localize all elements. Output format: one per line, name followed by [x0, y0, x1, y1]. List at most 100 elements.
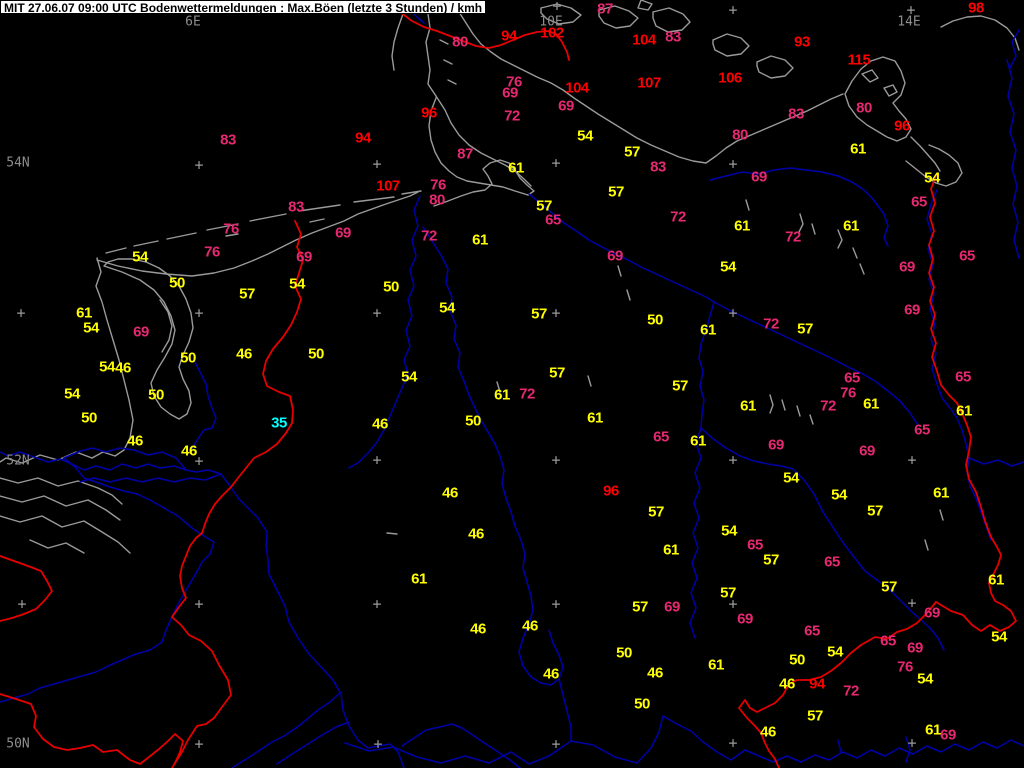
station-value: 69 [335, 224, 351, 242]
station-value: 61 [740, 397, 756, 415]
grid-cross-icon: + [372, 595, 382, 613]
station-value: 61 [988, 571, 1004, 589]
station-value: 65 [653, 428, 669, 446]
grid-cross-icon: + [194, 595, 204, 613]
station-value: 54 [401, 368, 417, 386]
station-value: 83 [288, 198, 304, 216]
station-value: 69 [940, 726, 956, 744]
grid-cross-icon: + [728, 1, 738, 19]
station-value: 50 [465, 412, 481, 430]
station-value: 94 [501, 27, 517, 45]
grid-cross-icon: + [728, 155, 738, 173]
station-value: 61 [411, 570, 427, 588]
station-value: 72 [519, 385, 535, 403]
station-value: 46 [779, 675, 795, 693]
grid-cross-icon: + [372, 304, 382, 322]
station-value: 61 [956, 402, 972, 420]
station-value: 69 [768, 436, 784, 454]
station-value: 69 [904, 301, 920, 319]
grid-cross-icon: + [194, 156, 204, 174]
station-value: 69 [296, 248, 312, 266]
station-value: 69 [133, 323, 149, 341]
station-value: 61 [663, 541, 679, 559]
station-value: 50 [148, 386, 164, 404]
station-value: 94 [809, 675, 825, 693]
station-value: 65 [545, 211, 561, 229]
station-value: 57 [549, 364, 565, 382]
station-value: 72 [670, 208, 686, 226]
station-value: 54 [132, 248, 148, 266]
latitude-label: 52N [6, 453, 30, 469]
station-value: 57 [763, 551, 779, 569]
station-value: 50 [616, 644, 632, 662]
station-value: 69 [737, 610, 753, 628]
station-value: 46 [468, 525, 484, 543]
station-value: 50 [81, 409, 97, 427]
station-value: 72 [763, 315, 779, 333]
station-value: 54 [577, 127, 593, 145]
station-value: 98 [968, 0, 984, 17]
station-value: 46 [127, 432, 143, 450]
station-value: 54 [83, 319, 99, 337]
station-value: 54 [831, 486, 847, 504]
grid-cross-icon: + [373, 735, 383, 753]
station-value: 83 [665, 28, 681, 46]
station-value: 72 [504, 107, 520, 125]
station-value: 83 [220, 131, 236, 149]
grid-cross-icon: + [728, 451, 738, 469]
station-value: 54 [917, 670, 933, 688]
station-value: 54 [924, 169, 940, 187]
station-value: 72 [820, 397, 836, 415]
latitude-label: 54N [6, 155, 30, 171]
station-value: 61 [850, 140, 866, 158]
grid-cross-icon: + [194, 735, 204, 753]
station-value: 54 [439, 299, 455, 317]
station-value: 57 [881, 578, 897, 596]
station-value: 65 [747, 536, 763, 554]
station-value: 65 [911, 193, 927, 211]
grid-cross-icon: + [17, 595, 27, 613]
grid-cross-icon: + [728, 734, 738, 752]
station-value: 35 [271, 414, 287, 432]
station-value: 50 [308, 345, 324, 363]
station-value: 46 [522, 617, 538, 635]
grid-cross-icon: + [728, 304, 738, 322]
station-value: 106 [718, 69, 742, 87]
station-value: 69 [907, 639, 923, 657]
grid-cross-icon: + [551, 735, 561, 753]
station-value: 61 [494, 386, 510, 404]
station-value: 69 [664, 598, 680, 616]
station-value: 76 [897, 658, 913, 676]
station-value: 50 [180, 349, 196, 367]
station-value: 46 [442, 484, 458, 502]
station-value: 65 [914, 421, 930, 439]
weather-map-screen: + + + + + + + + + + + + + + + + + + + + + + + + + + + + 6E 10E 14E 54N… [0, 0, 1024, 768]
station-value: 104 [632, 31, 656, 49]
station-value: 50 [169, 274, 185, 292]
station-value: 72 [421, 227, 437, 245]
station-value: 80 [452, 33, 468, 51]
station-value: 76 [223, 220, 239, 238]
station-value: 107 [376, 177, 400, 195]
station-value: 65 [955, 368, 971, 386]
station-value: 69 [502, 84, 518, 102]
station-value: 65 [804, 622, 820, 640]
station-value: 61 [863, 395, 879, 413]
station-value: 65 [959, 247, 975, 265]
station-value: 57 [624, 143, 640, 161]
station-value: 57 [632, 598, 648, 616]
grid-cross-icon: + [552, 0, 562, 15]
station-value: 61 [472, 231, 488, 249]
station-value: 57 [720, 584, 736, 602]
title-text: MIT 27.06.07 09:00 UTC Bodenwettermeldun… [4, 1, 483, 15]
station-value: 102 [540, 24, 564, 42]
station-value: 93 [794, 33, 810, 51]
station-value: 57 [531, 305, 547, 323]
station-value: 61 [700, 321, 716, 339]
station-value: 54 [783, 469, 799, 487]
grid-cross-icon: + [551, 451, 561, 469]
grid-cross-icon: + [16, 304, 26, 322]
station-value: 46 [543, 665, 559, 683]
station-value: 69 [924, 604, 940, 622]
station-value: 61 [587, 409, 603, 427]
